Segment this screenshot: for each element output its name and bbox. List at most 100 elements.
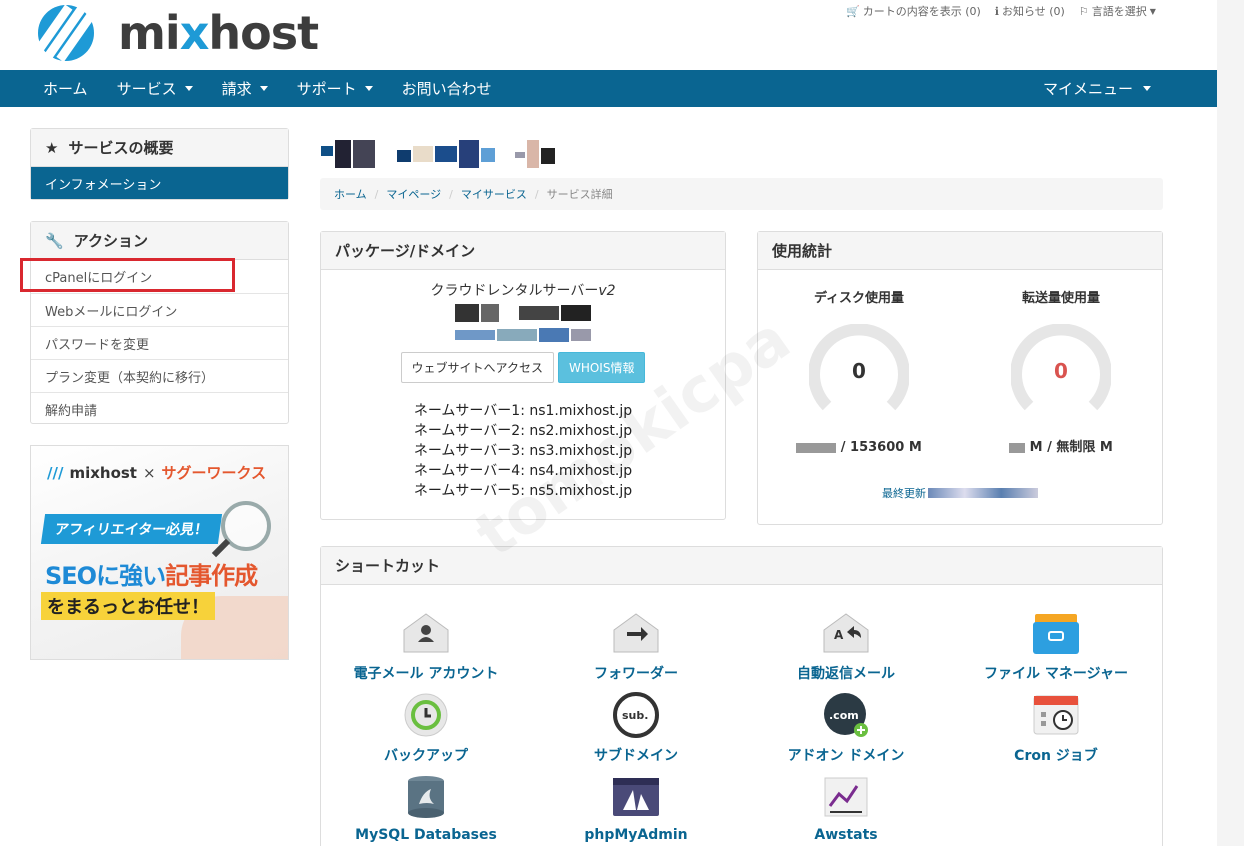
sidebar-item-information-label: インフォメーション: [45, 177, 162, 193]
breadcrumb-current: サービス詳細: [546, 188, 613, 201]
breadcrumb-myservices[interactable]: マイサービス: [461, 186, 527, 202]
package-body: クラウドレンタルサーバーv2 ウェブサイトへアクセス WHOIS情報 ネームサー…: [321, 270, 725, 501]
breadcrumb-mypage[interactable]: マイページ: [386, 186, 441, 202]
mysql-icon: [401, 773, 451, 821]
transfer-gauge-value: 0: [1054, 359, 1068, 383]
nav-home[interactable]: ホーム: [43, 78, 88, 99]
sidebar-item-webmail-login[interactable]: Webメールにログイン: [31, 293, 288, 326]
domain-redacted[interactable]: [321, 326, 725, 342]
nameserver-item: ネームサーバー1: ns1.mixhost.jp: [413, 403, 633, 419]
banner-brand: mixhost: [69, 463, 137, 482]
shortcut-label: バックアップ: [384, 748, 468, 764]
breadcrumb-home[interactable]: ホーム: [334, 186, 367, 202]
sidebar-actions-header: 🔧 アクション: [31, 222, 288, 260]
shortcut-label: フォワーダー: [594, 666, 678, 682]
logo-mark-icon: [28, 5, 101, 61]
shortcut-addon-domains[interactable]: .com アドオン ドメイン: [741, 691, 951, 765]
visit-website-button[interactable]: ウェブサイトへアクセス: [400, 352, 554, 383]
svg-text:.com: .com: [829, 709, 859, 722]
wrench-icon: 🔧: [45, 231, 64, 250]
language-icon: ⚐: [1078, 4, 1089, 18]
shortcut-cron-jobs[interactable]: Cron ジョブ: [951, 691, 1161, 765]
caret-down-icon: [184, 86, 193, 91]
package-buttons: ウェブサイトへアクセス WHOIS情報: [321, 352, 725, 383]
sidebar-item-change-password[interactable]: パスワードを変更: [31, 326, 288, 359]
transfer-usage-text: M / 無制限 M: [960, 438, 1162, 457]
shortcut-phpmyadmin[interactable]: phpMyAdmin: [531, 773, 741, 843]
package-domain-title: パッケージ/ドメイン: [321, 232, 725, 270]
shortcut-label: Awstats: [814, 827, 878, 843]
breadcrumb-separator: /: [534, 187, 539, 201]
site-logo[interactable]: mixhost: [28, 4, 319, 62]
nav-my-menu[interactable]: マイメニュー: [1043, 70, 1151, 107]
disk-usage-text: / 153600 M: [758, 438, 960, 457]
shortcut-autoresponders[interactable]: A 自動返信メール: [741, 609, 951, 683]
banner-logo-icon: ///: [47, 463, 64, 482]
shortcut-awstats[interactable]: Awstats: [741, 773, 951, 843]
autoresponders-icon: A: [821, 609, 871, 657]
product-name-text: クラウドレンタルサーバー: [430, 283, 599, 299]
caret-down-icon: [259, 86, 268, 91]
shortcut-label: 自動返信メール: [797, 666, 895, 682]
cart-link[interactable]: 🛒 カートの内容を表示 (0): [846, 3, 981, 19]
transfer-usage-limit: M / 無制限 M: [1029, 440, 1113, 455]
svg-text:A: A: [834, 628, 844, 642]
banner-times: ×: [142, 463, 156, 482]
nav-billing[interactable]: 請求: [222, 78, 268, 99]
nav-contact[interactable]: お問い合わせ: [402, 78, 492, 99]
notices-label: お知らせ (0): [1001, 5, 1065, 18]
whois-button[interactable]: WHOIS情報: [557, 352, 646, 383]
sidebar-item-label: Webメールにログイン: [45, 304, 178, 320]
banner-tag: アフィリエイター必見！: [40, 514, 223, 544]
shortcut-label: サブドメイン: [594, 748, 678, 764]
breadcrumb: ホーム / マイページ / マイサービス / サービス詳細: [320, 178, 1163, 210]
shortcut-label: Cron ジョブ: [1014, 748, 1098, 764]
star-icon: ★: [45, 138, 59, 157]
nav-support-label: サポート: [296, 80, 357, 98]
shortcuts-panel: ショートカット 電子メール アカウント フォワーダー A 自動返信メール ファイ…: [320, 546, 1163, 846]
shortcut-label: アドオン ドメイン: [787, 748, 905, 764]
transfer-usage-title: 転送量使用量: [1021, 291, 1100, 306]
usage-stats-columns: ディスク使用量 0 / 153600 M 転送量使用量 0 M / 無制限 M: [758, 270, 1162, 457]
notices-link[interactable]: ℹ お知らせ (0): [995, 3, 1065, 19]
addon-domains-icon: .com: [821, 691, 871, 739]
banner-headline-a: SEOに強い: [45, 562, 166, 590]
sidebar-actions-title: アクション: [73, 232, 148, 250]
sidebar-item-cancel[interactable]: 解約申請: [31, 392, 288, 425]
sidebar-item-information[interactable]: インフォメーション: [31, 167, 288, 199]
disk-gauge: 0: [808, 323, 910, 424]
shortcut-label: 電子メール アカウント: [353, 666, 499, 682]
shortcut-forwarders[interactable]: フォワーダー: [531, 609, 741, 683]
banner-subtext: をまるっとお任せ！: [41, 592, 215, 620]
usage-stats-title: 使用統計: [758, 232, 1162, 270]
nav-support[interactable]: サポート: [297, 78, 373, 99]
cron-jobs-icon: [1031, 691, 1081, 739]
disk-usage-title: ディスク使用量: [813, 291, 905, 306]
sidebar-overview-panel: ★ サービスの概要 インフォメーション: [30, 128, 289, 200]
shortcut-email-accounts[interactable]: 電子メール アカウント: [321, 609, 531, 683]
language-select[interactable]: ⚐ 言語を選択 ▼: [1079, 3, 1156, 19]
nav-services[interactable]: サービス: [117, 78, 193, 99]
file-manager-icon: [1031, 609, 1081, 657]
phpmyadmin-icon: [611, 773, 661, 821]
promo-banner[interactable]: /// mixhost × サグーワークス アフィリエイター必見！ SEOに強い…: [30, 445, 289, 660]
shortcut-backup[interactable]: バックアップ: [321, 691, 531, 765]
awstats-icon: [821, 773, 871, 821]
banner-headline-b: 記事作成: [165, 562, 258, 590]
shortcut-subdomains[interactable]: sub. サブドメイン: [531, 691, 741, 765]
nav-home-label: ホーム: [43, 80, 88, 98]
shortcut-mysql[interactable]: MySQL Databases: [321, 773, 531, 843]
cart-icon: 🛒: [846, 4, 860, 18]
shortcut-label: phpMyAdmin: [584, 827, 688, 843]
transfer-usage-column: 転送量使用量 0 M / 無制限 M: [960, 270, 1162, 457]
nav-billing-label: 請求: [221, 80, 252, 98]
magnifier-icon: [221, 501, 271, 551]
shortcut-label: MySQL Databases: [355, 827, 497, 843]
usage-stats-panel: 使用統計 ディスク使用量 0 / 153600 M 転送量使用量 0 M / 無…: [757, 231, 1163, 525]
last-updated: 最終更新: [758, 485, 1162, 501]
cart-label: カートの内容を表示 (0): [862, 5, 981, 18]
forwarders-icon: [611, 609, 661, 657]
shortcut-file-manager[interactable]: ファイル マネージャー: [951, 609, 1161, 683]
plan-name-redacted: [321, 304, 725, 322]
sidebar-item-change-plan[interactable]: プラン変更（本契約に移行）: [31, 359, 288, 392]
